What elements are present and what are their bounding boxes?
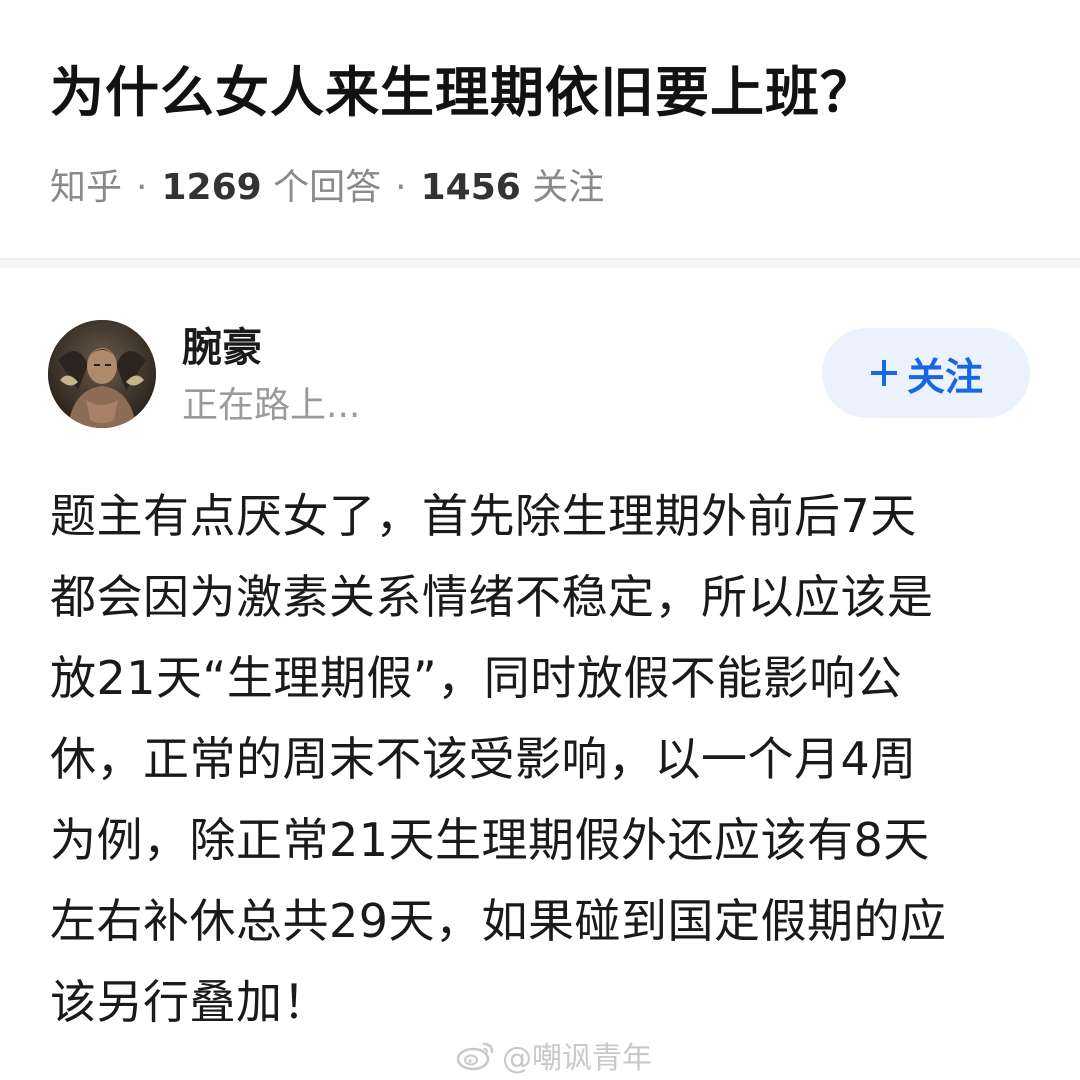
question-meta: 知乎 · 1269 个回答 · 1456 关注	[50, 164, 604, 212]
watermark-text: @嘲讽青年	[502, 1041, 652, 1076]
question-card: 为什么女人来生理期依旧要上班？ 知乎 · 1269 个回答 · 1456 关注	[0, 0, 1080, 260]
watermark: @嘲讽青年	[456, 1034, 652, 1076]
avatar-portrait-icon	[48, 320, 156, 428]
answer-body[interactable]: 题主有点厌女了，首先除生理期外前后7天 都会因为激素关系情绪不稳定，所以应该是 …	[50, 476, 1040, 1043]
follow-button[interactable]: 关注	[822, 328, 1030, 418]
author-row: 腕豪 正在路上... 关注	[0, 310, 1080, 440]
plus-icon	[870, 360, 897, 386]
author-name[interactable]: 腕豪	[182, 322, 262, 374]
follow-button-label: 关注	[906, 354, 983, 399]
avatar[interactable]	[48, 320, 156, 428]
author-bio: 正在路上...	[182, 385, 361, 426]
separator-dot: ·	[395, 167, 407, 208]
section-divider	[0, 260, 1080, 268]
source-label[interactable]: 知乎	[50, 167, 122, 208]
weibo-icon	[456, 1042, 494, 1071]
answer-line: 放21天“生理期假”，同时放假不能影响公	[50, 651, 903, 705]
answer-line: 休，正常的周末不该受影响，以一个月4周	[50, 732, 917, 786]
follow-count-label: 关注	[532, 167, 605, 208]
separator-dot: ·	[136, 167, 148, 208]
answer-line: 该另行叠加！	[50, 975, 329, 1029]
answer-count: 1269	[161, 167, 262, 208]
answer-line: 都会因为激素关系情绪不稳定，所以应该是	[50, 570, 934, 624]
follow-count: 1456	[420, 167, 521, 208]
answer-line: 为例，除正常21天生理期假外还应该有8天	[50, 813, 930, 867]
answer-count-label: 个回答	[273, 167, 382, 208]
answer-line: 左右补休总共29天，如果碰到国定假期的应	[50, 894, 947, 948]
question-title[interactable]: 为什么女人来生理期依旧要上班？	[50, 58, 875, 128]
answer-line: 题主有点厌女了，首先除生理期外前后7天	[50, 489, 917, 543]
